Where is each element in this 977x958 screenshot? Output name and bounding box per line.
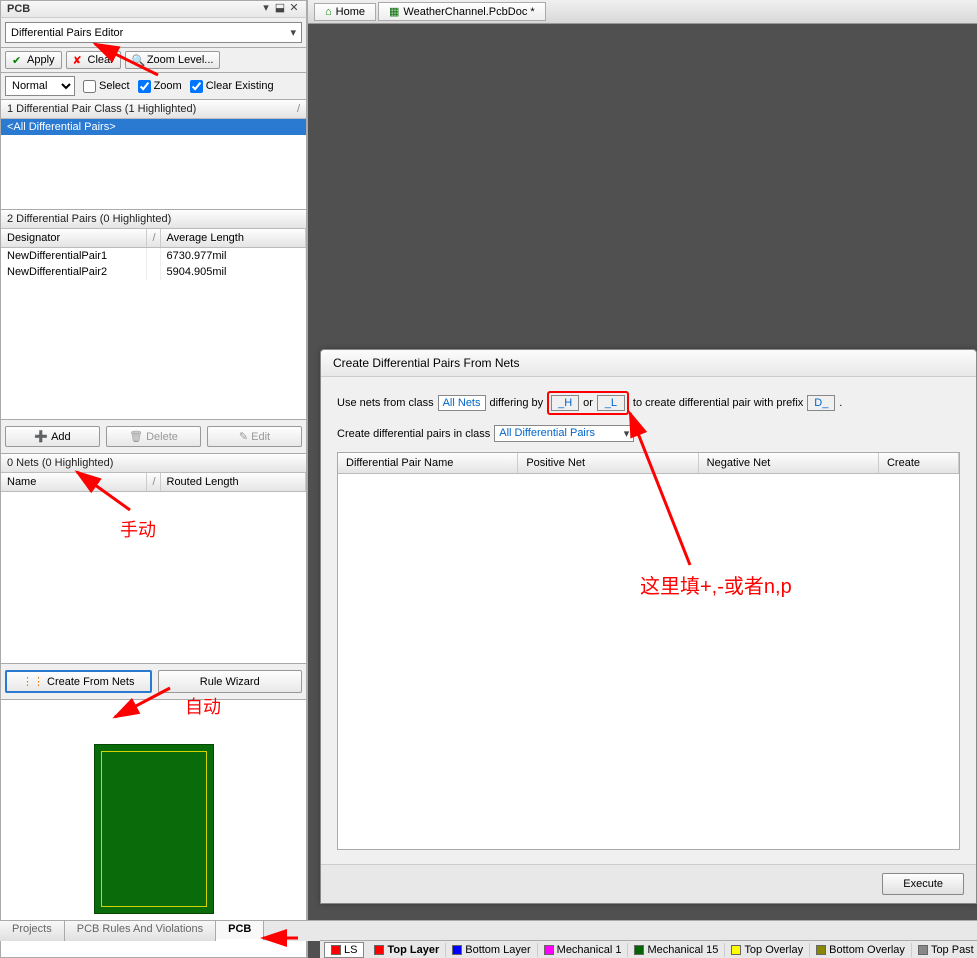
col-create: Create — [879, 453, 959, 473]
col-negative-net: Negative Net — [699, 453, 879, 473]
dot-label: . — [839, 397, 842, 409]
clear-existing-checkbox[interactable]: Clear Existing — [190, 80, 274, 93]
magnifier-icon: 🔍 — [132, 54, 144, 66]
use-nets-label: Use nets from class — [337, 397, 434, 409]
chevron-down-icon: ▾ — [290, 26, 296, 39]
projects-tab[interactable]: Projects — [0, 921, 65, 941]
mode-dropdown[interactable]: Differential Pairs Editor ▾ — [5, 22, 302, 43]
document-tab[interactable]: ▦ WeatherChannel.PcbDoc * — [378, 2, 546, 21]
bottom-layer-tab[interactable]: Bottom Layer — [446, 943, 537, 957]
normal-select[interactable]: Normal — [5, 76, 75, 96]
pcb-thumbnail — [94, 744, 214, 914]
create-from-nets-button[interactable]: ⋮⋮ Create From Nets — [5, 670, 152, 693]
delete-button[interactable]: 🗑 Delete — [106, 426, 201, 447]
pcb-panel-header: PCB ▾ ⬓ ✕ — [0, 0, 307, 18]
pair-row[interactable]: NewDifferentialPair2 5904.905mil — [1, 264, 306, 280]
pair-row[interactable]: NewDifferentialPair1 6730.977mil — [1, 248, 306, 264]
top-overlay-tab[interactable]: Top Overlay — [725, 943, 810, 957]
nets-list-header: 0 Nets (0 Highlighted) — [1, 454, 306, 473]
panel-pin-icon[interactable]: ⬓ — [274, 3, 286, 15]
suffix2-input[interactable]: _L — [597, 395, 625, 411]
top-paste-tab[interactable]: Top Past — [912, 943, 977, 957]
suffix-highlight-box: _H or _L — [547, 391, 629, 415]
nets-class-select[interactable]: All Nets — [438, 395, 486, 411]
check-icon: ✔ — [12, 54, 24, 66]
add-button[interactable]: ➕ Add — [5, 426, 100, 447]
create-pairs-dialog: Create Differential Pairs From Nets Use … — [320, 349, 977, 904]
pcb-tab[interactable]: PCB — [216, 921, 264, 941]
chevron-down-icon: ▾ — [624, 427, 630, 440]
suffix1-input[interactable]: _H — [551, 395, 579, 411]
pcb-doc-icon: ▦ — [389, 5, 399, 18]
home-icon: ⌂ — [325, 6, 332, 18]
nets-grid-header: Name / Routed Length — [1, 473, 306, 492]
panel-close-icon[interactable]: ✕ — [288, 3, 300, 15]
plus-icon: ➕ — [34, 430, 48, 443]
class-list-header: 1 Differential Pair Class (1 Highlighted… — [1, 100, 306, 119]
x-icon: ✘ — [73, 54, 85, 66]
home-tab[interactable]: ⌂ Home — [314, 3, 376, 21]
rules-tab[interactable]: PCB Rules And Violations — [65, 921, 216, 941]
zoom-level-button[interactable]: 🔍 Zoom Level... — [125, 51, 221, 69]
rule-wizard-button[interactable]: Rule Wizard — [158, 670, 303, 693]
top-layer-tab[interactable]: Top Layer — [368, 943, 446, 957]
mech15-tab[interactable]: Mechanical 15 — [628, 943, 725, 957]
col-pair-name: Differential Pair Name — [338, 453, 518, 473]
apply-button[interactable]: ✔ Apply — [5, 51, 62, 69]
select-checkbox[interactable]: Select — [83, 80, 130, 93]
nets-icon: ⋮⋮ — [22, 675, 44, 688]
ls-button[interactable]: LS — [324, 942, 364, 958]
to-create-label: to create differential pair with prefix — [633, 397, 803, 409]
mech1-tab[interactable]: Mechanical 1 — [538, 943, 629, 957]
pairs-list-header: 2 Differential Pairs (0 Highlighted) — [1, 210, 306, 229]
clear-button[interactable]: ✘ Clear — [66, 51, 121, 69]
trash-icon: 🗑 — [129, 430, 143, 443]
class-row-all[interactable]: <All Differential Pairs> — [1, 119, 306, 135]
dialog-title: Create Differential Pairs From Nets — [321, 350, 976, 377]
slash-icon: / — [280, 103, 300, 115]
pairs-grid-header: Designator / Average Length — [1, 229, 306, 248]
panel-dropdown-icon[interactable]: ▾ — [260, 3, 272, 15]
prefix-input[interactable]: D_ — [807, 395, 835, 411]
panel-title: PCB — [7, 3, 260, 15]
layer-bar: LS Top Layer Bottom Layer Mechanical 1 M… — [320, 940, 977, 958]
pairs-preview-grid: Differential Pair Name Positive Net Nega… — [337, 452, 960, 850]
create-in-label: Create differential pairs in class — [337, 428, 490, 440]
bottom-overlay-tab[interactable]: Bottom Overlay — [810, 943, 912, 957]
or-label: or — [583, 397, 593, 409]
edit-button[interactable]: ✎ Edit — [207, 426, 302, 447]
execute-button[interactable]: Execute — [882, 873, 964, 895]
col-positive-net: Positive Net — [518, 453, 698, 473]
differing-label: differing by — [490, 397, 544, 409]
mode-value: Differential Pairs Editor — [11, 27, 123, 39]
target-class-select[interactable]: All Differential Pairs ▾ — [494, 425, 634, 442]
pencil-icon: ✎ — [239, 430, 248, 443]
zoom-checkbox[interactable]: Zoom — [138, 80, 182, 93]
